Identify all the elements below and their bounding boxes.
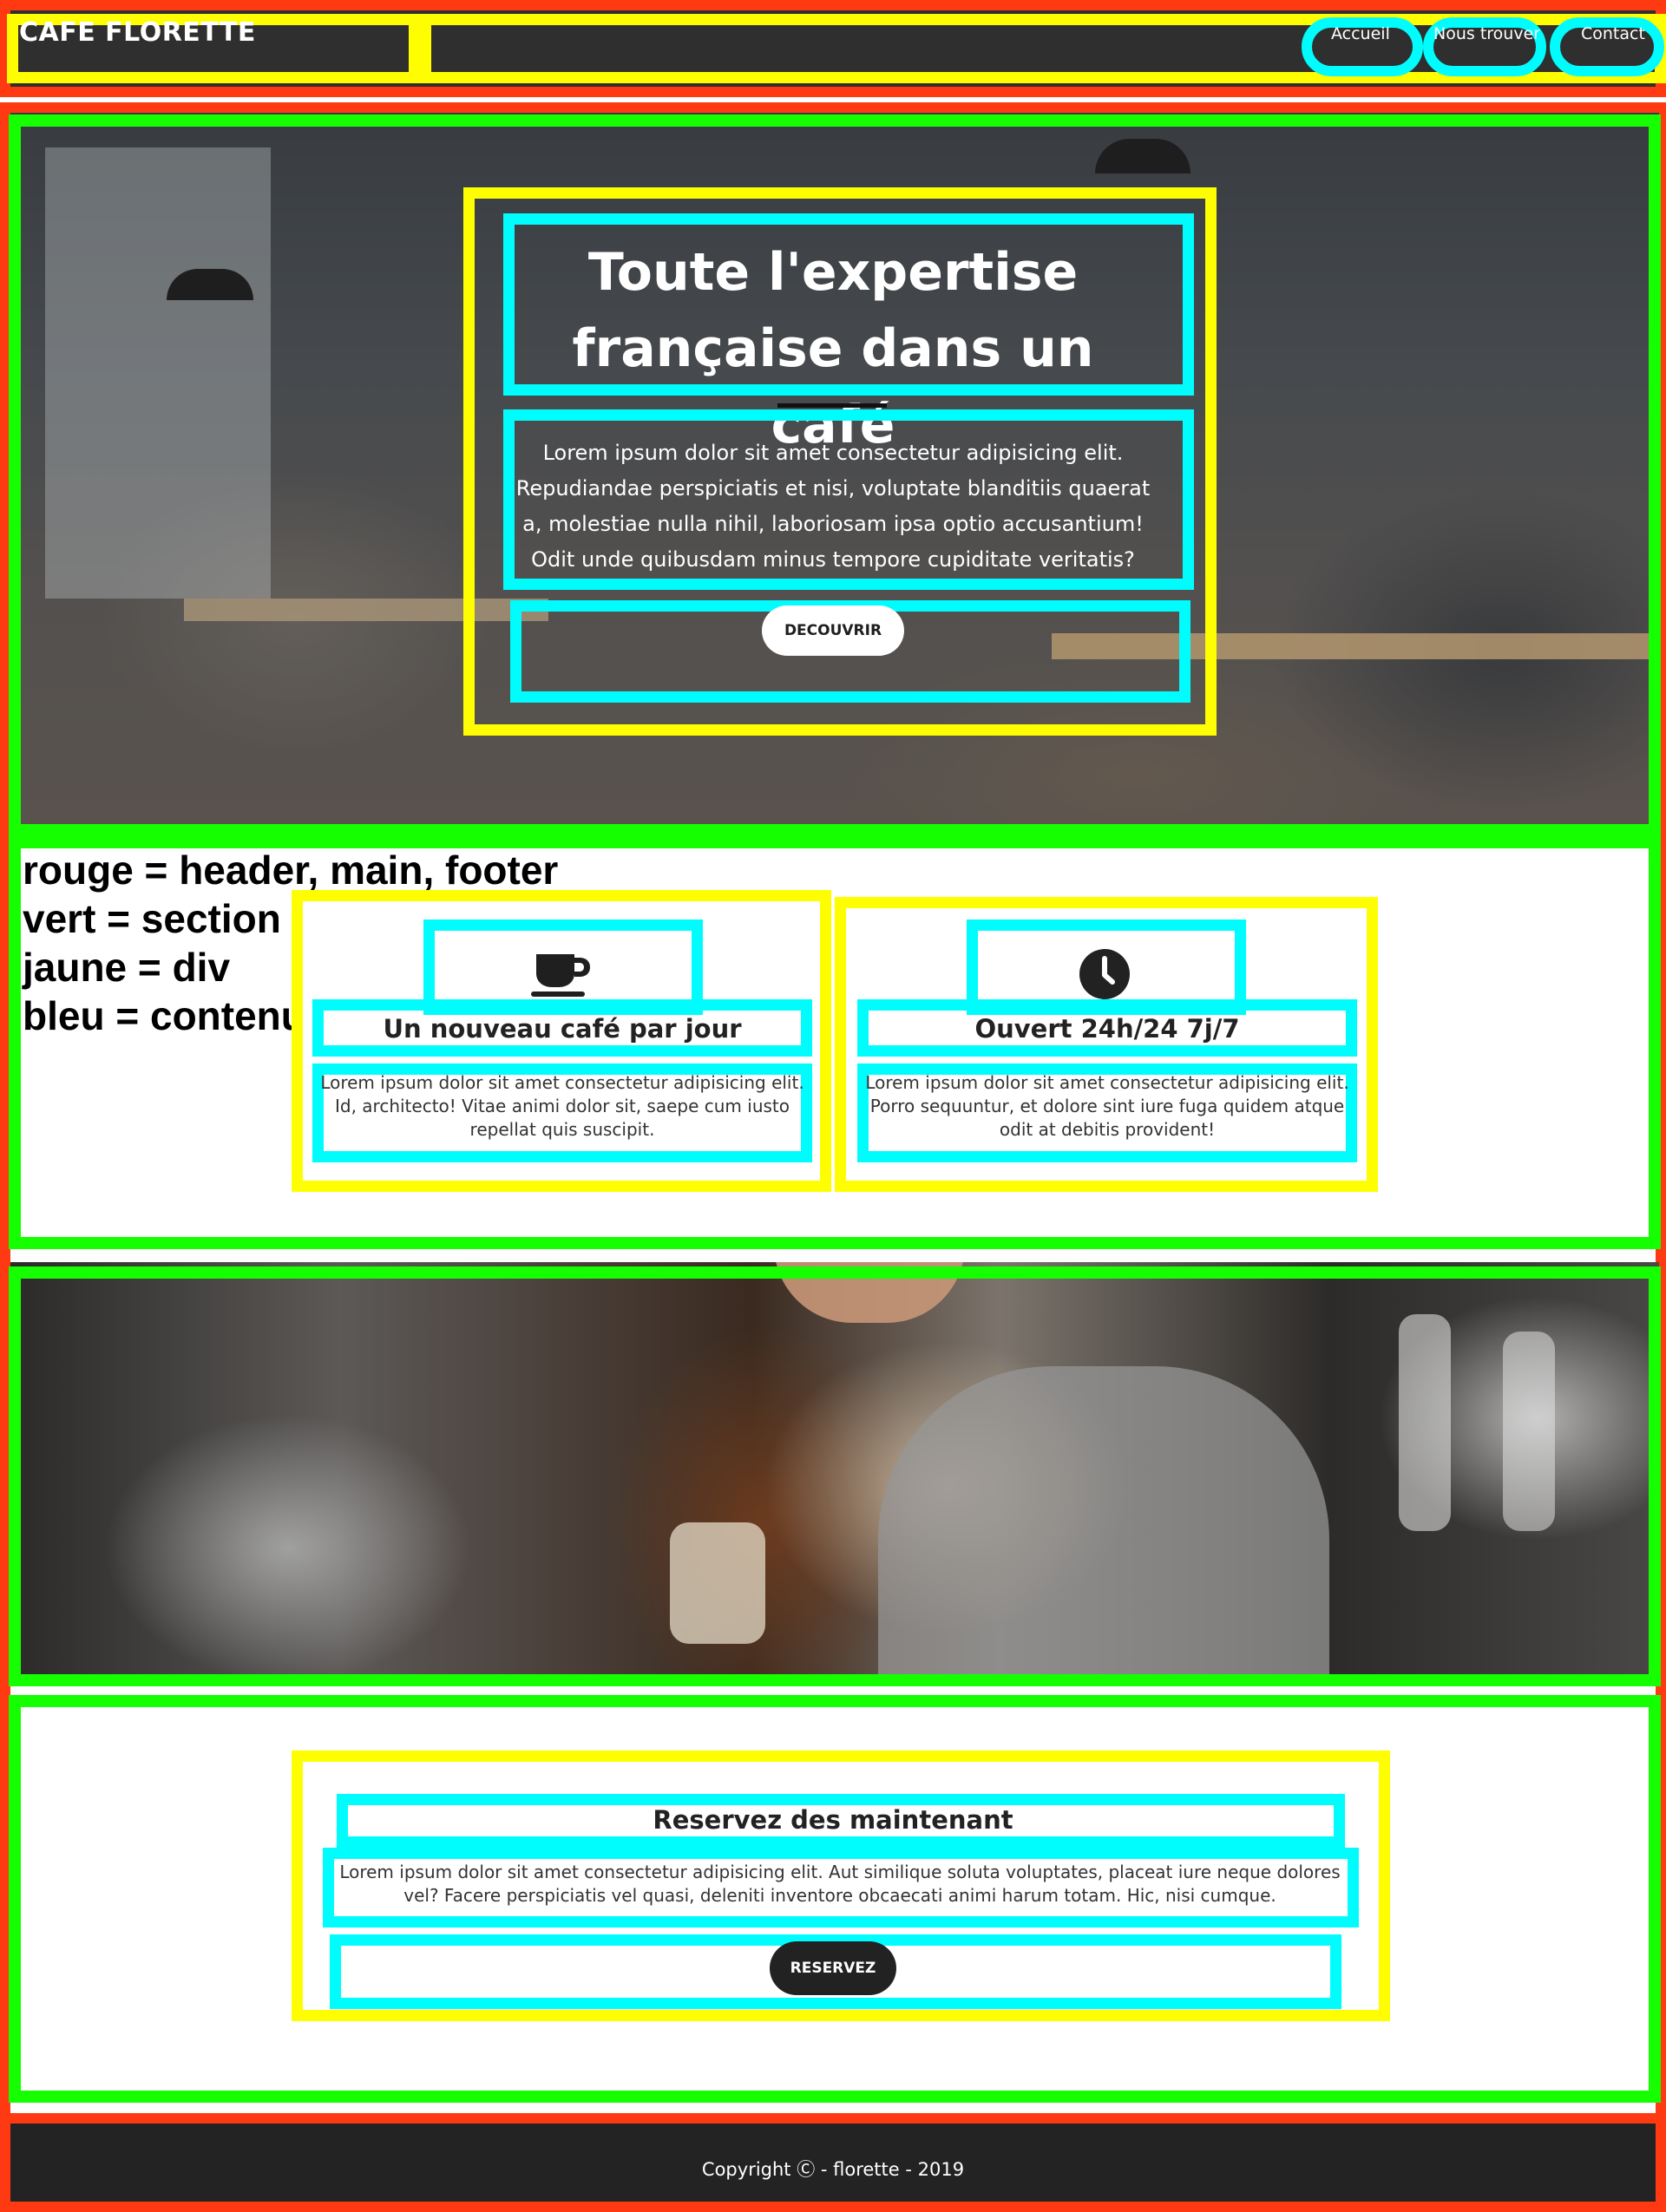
hero-description: Lorem ipsum dolor sit amet consectetur a… bbox=[515, 441, 1151, 572]
nav-label-nous-trouver[interactable]: Nous trouver bbox=[1433, 24, 1539, 43]
brand-logo[interactable]: CAFE FLORETTE bbox=[19, 17, 256, 48]
booking-title: Reservez des maintenant bbox=[653, 1805, 1013, 1835]
nav-label-accueil[interactable]: Accueil bbox=[1331, 24, 1390, 43]
feature-text: Lorem ipsum dolor sit amet consectetur a… bbox=[865, 1072, 1349, 1140]
reserve-button[interactable]: RESERVEZ bbox=[770, 1941, 896, 1995]
coffee-cup-icon bbox=[531, 951, 594, 999]
booking-description: Lorem ipsum dolor sit amet consectetur a… bbox=[339, 1862, 1341, 1906]
legend-red: rouge = header, main, footer bbox=[23, 847, 559, 893]
hero-divider bbox=[777, 403, 887, 408]
feature-text: Lorem ipsum dolor sit amet consectetur a… bbox=[320, 1072, 804, 1140]
copyright-text: Copyright Ⓒ - florette - 2019 bbox=[701, 2159, 965, 2180]
photo-section-outline bbox=[9, 1266, 1661, 1686]
discover-button[interactable]: DECOUVRIR bbox=[762, 605, 904, 656]
clock-icon bbox=[1079, 949, 1130, 999]
feature-title: Un nouveau café par jour bbox=[383, 1014, 742, 1044]
feature-title: Ouvert 24h/24 7j/7 bbox=[974, 1014, 1240, 1044]
nav-label-contact[interactable]: Contact bbox=[1581, 24, 1645, 43]
